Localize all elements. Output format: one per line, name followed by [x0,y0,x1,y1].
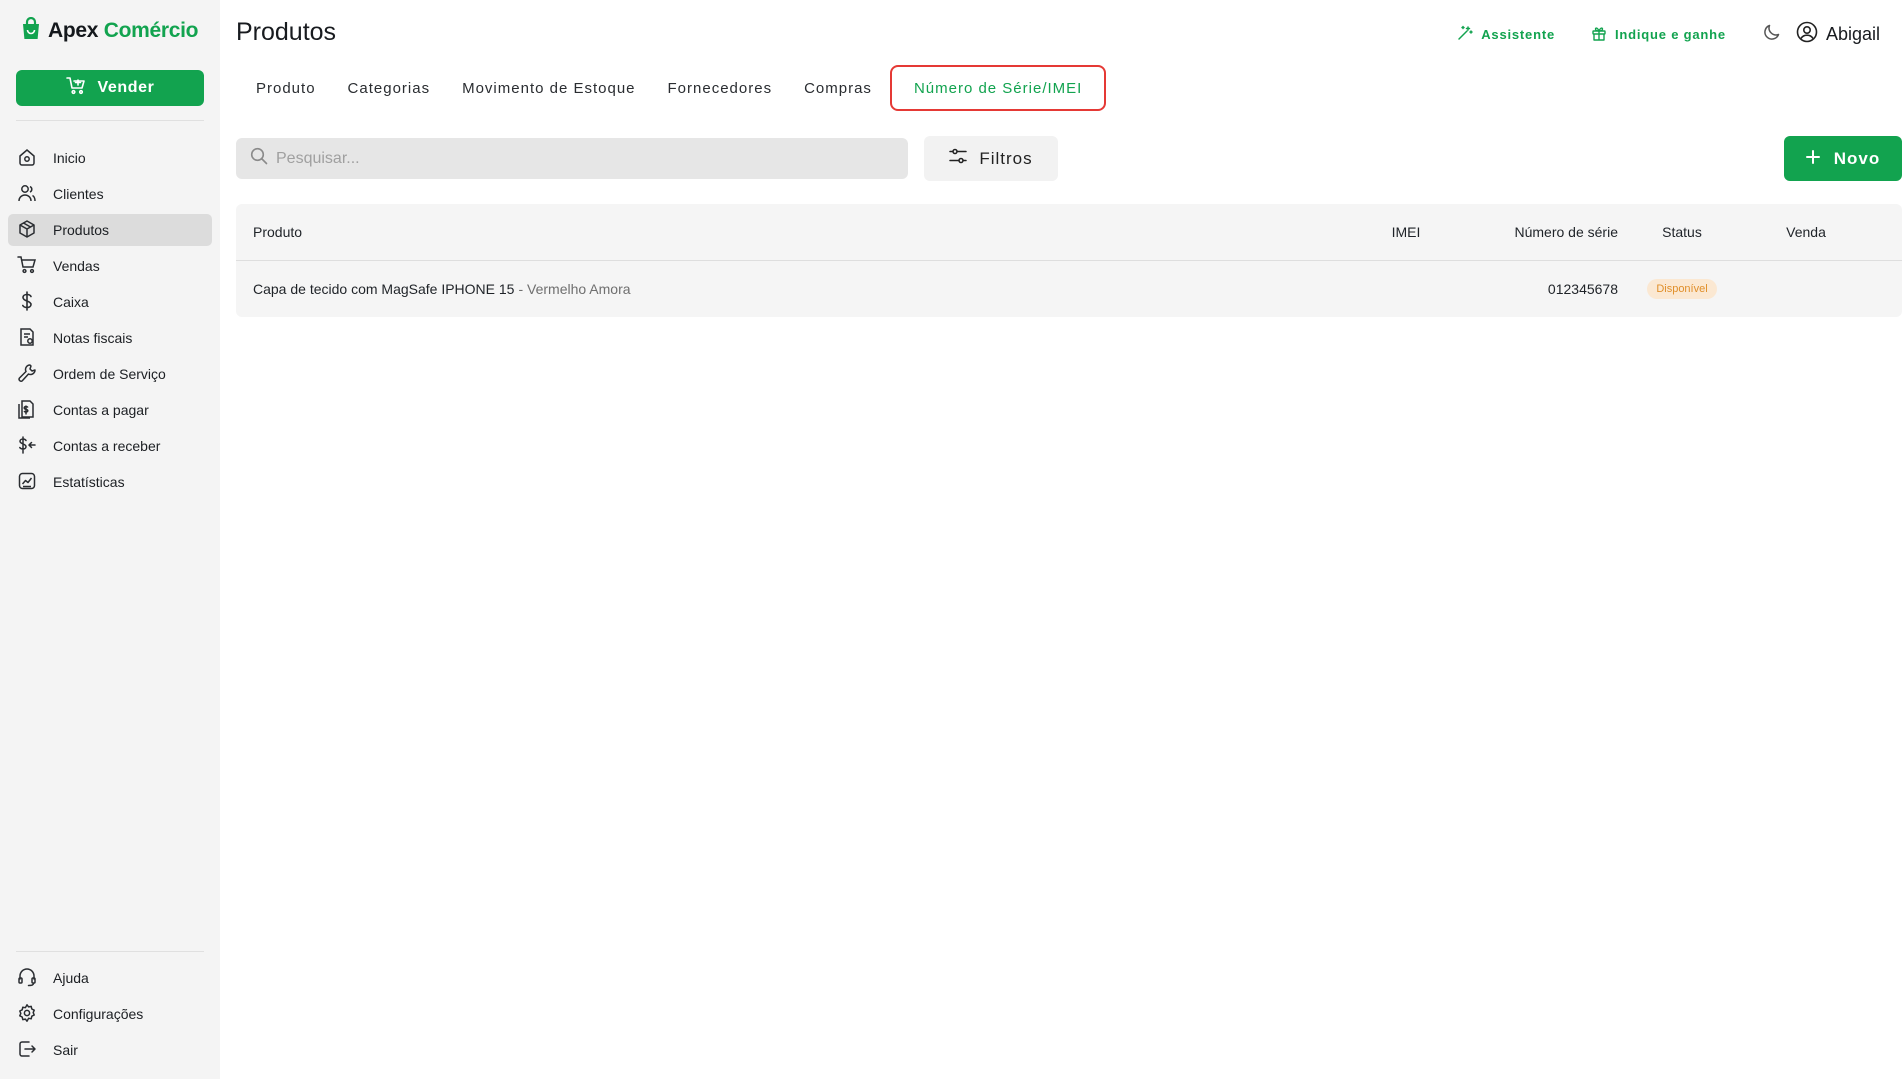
nav-item-contas-a-pagar[interactable]: Contas a pagar [8,394,212,426]
product-variant: - Vermelho Amora [518,281,631,297]
sale-cell [1756,261,1856,317]
user-circle-icon [1796,21,1818,48]
column-header-numero-de-serie[interactable]: Número de série [1476,204,1619,260]
sliders-icon [949,147,968,170]
brand-logo[interactable]: Apex Comércio [20,14,198,48]
receive-icon [17,435,37,458]
invoice-icon [17,327,37,350]
nav-item-vendas[interactable]: Vendas [8,250,212,282]
page-title: Produtos [236,18,337,46]
gift-icon [1591,25,1607,44]
tab-numero-de-serie-imei[interactable]: Número de Série/IMEI [889,65,1107,111]
nav-item-inicio[interactable]: Inicio [8,142,212,174]
dark-mode-toggle[interactable] [1762,22,1782,47]
box-icon [17,219,37,242]
top-actions: Assistente Indique e ganhe Abigail [1457,21,1880,48]
plus-icon [1805,149,1820,169]
refer-and-earn-link[interactable]: Indique e ganhe [1591,25,1726,44]
bottom-nav: Ajuda Configurações Sair [8,962,212,1070]
logout-icon [17,1039,37,1062]
serial-number-table: Produto IMEI Número de série Status Vend… [236,204,1902,317]
sidebar: Apex Comércio Vender Inicio Clientes Pro… [0,0,220,1079]
table-row[interactable]: Capa de tecido com MagSafe IPHONE 15 - V… [236,261,1902,317]
wrench-icon [17,363,37,386]
imei-cell [1336,261,1476,317]
tab-fornecedores[interactable]: Fornecedores [652,65,789,111]
serial-number-cell: 012345678 [1547,281,1618,297]
main-nav: Inicio Clientes Produtos Vendas Caixa No… [8,142,212,502]
headset-icon [17,967,37,990]
tab-movimento-de-estoque[interactable]: Movimento de Estoque [446,65,651,111]
nav-item-configuracoes[interactable]: Configurações [8,998,212,1030]
users-icon [17,183,37,206]
search-icon [250,147,268,170]
home-icon [17,147,37,170]
search-box [236,138,908,179]
new-button[interactable]: Novo [1784,136,1902,181]
column-header-produto[interactable]: Produto [253,204,302,260]
divider [16,951,204,952]
sell-button[interactable]: Vender [16,70,204,106]
chart-icon [17,471,37,494]
brand-name: Apex Comércio [48,19,199,42]
sell-button-label: Vender [97,79,155,96]
divider [16,120,204,121]
nav-item-estatisticas[interactable]: Estatísticas [8,466,212,498]
tab-categorias[interactable]: Categorias [332,65,447,111]
product-cell: Capa de tecido com MagSafe IPHONE 15 - V… [253,261,631,317]
moon-icon [1762,22,1782,47]
nav-item-notas-fiscais[interactable]: Notas fiscais [8,322,212,354]
table-header: Produto IMEI Número de série Status Vend… [236,204,1902,261]
tab-compras[interactable]: Compras [788,65,888,111]
product-name: Capa de tecido com MagSafe IPHONE 15 [253,281,515,297]
shopping-bag-icon [20,16,42,46]
nav-item-produtos[interactable]: Produtos [8,214,212,246]
user-menu[interactable]: Abigail [1796,21,1880,48]
nav-item-ajuda[interactable]: Ajuda [8,962,212,994]
assistant-link[interactable]: Assistente [1457,25,1555,44]
product-tabs: Produto Categorias Movimento de Estoque … [240,64,1107,112]
gear-icon [17,1003,37,1026]
cart-icon [17,255,37,278]
tab-produto[interactable]: Produto [240,65,332,111]
filters-button[interactable]: Filtros [924,136,1058,181]
search-input[interactable] [276,149,876,168]
nav-item-caixa[interactable]: Caixa [8,286,212,318]
nav-item-contas-a-receber[interactable]: Contas a receber [8,430,212,462]
column-header-status[interactable]: Status [1640,204,1724,260]
nav-item-ordem-de-servico[interactable]: Ordem de Serviço [8,358,212,390]
nav-item-sair[interactable]: Sair [8,1034,212,1066]
magic-wand-icon [1457,25,1473,44]
user-name: Abigail [1825,23,1880,44]
bills-icon [17,399,37,422]
status-badge: Disponível [1647,279,1717,299]
status-cell: Disponível [1640,261,1724,317]
column-header-imei[interactable]: IMEI [1336,204,1476,260]
cart-plus-icon [65,76,86,100]
column-header-venda[interactable]: Venda [1756,204,1856,260]
dollar-icon [17,290,37,314]
nav-item-clientes[interactable]: Clientes [8,178,212,210]
